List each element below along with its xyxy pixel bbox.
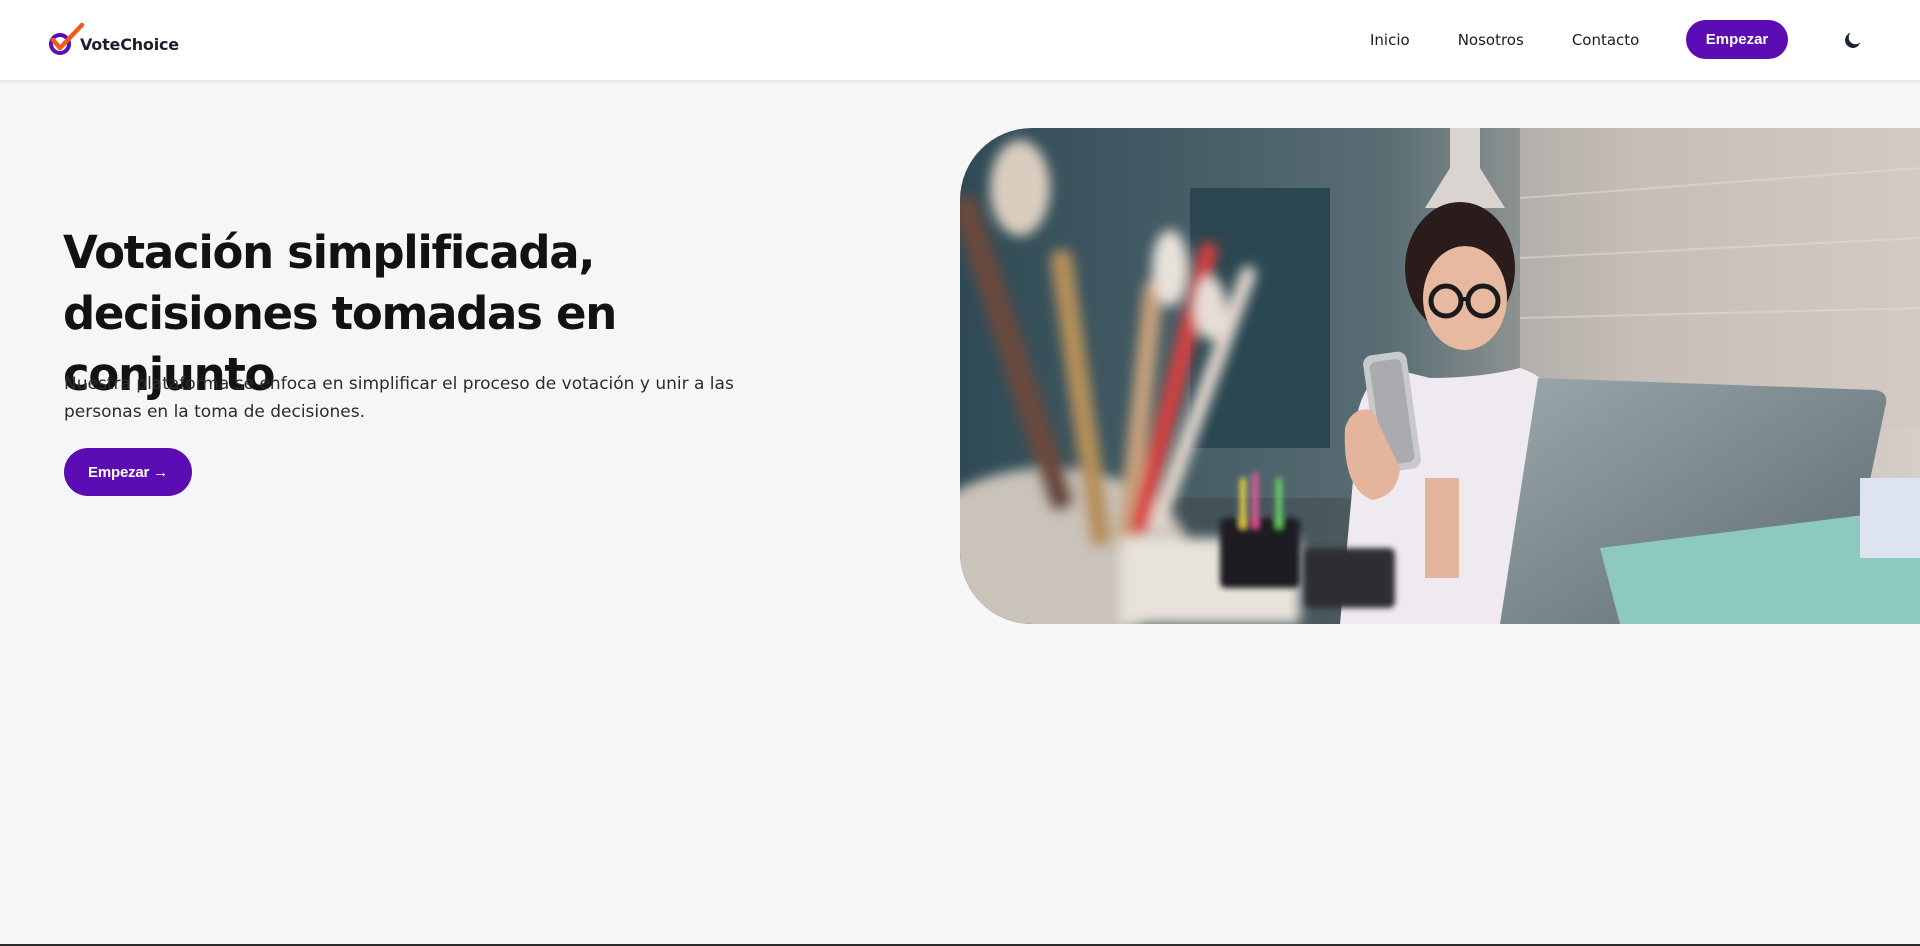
nav-start-button[interactable]: Empezar [1686,20,1788,59]
main-nav: Inicio Nosotros Contacto [1370,20,1687,60]
nav-link-contacto[interactable]: Contacto [1572,31,1640,49]
nav-link-inicio[interactable]: Inicio [1370,31,1410,49]
brand-logo[interactable]: VoteChoice [48,22,179,58]
nav-link-nosotros[interactable]: Nosotros [1458,31,1524,49]
hero-photo [960,128,1920,624]
checkmark-logo-icon [48,22,85,58]
hero-start-button[interactable]: Empezar → [64,448,192,496]
hero-subtitle: Nuestra plataforma se enfoca en simplifi… [64,374,734,422]
top-navbar: VoteChoice Inicio Nosotros Contacto Empe… [0,0,1920,80]
moon-icon[interactable] [1842,29,1864,51]
brand-name: VoteChoice [80,34,179,54]
